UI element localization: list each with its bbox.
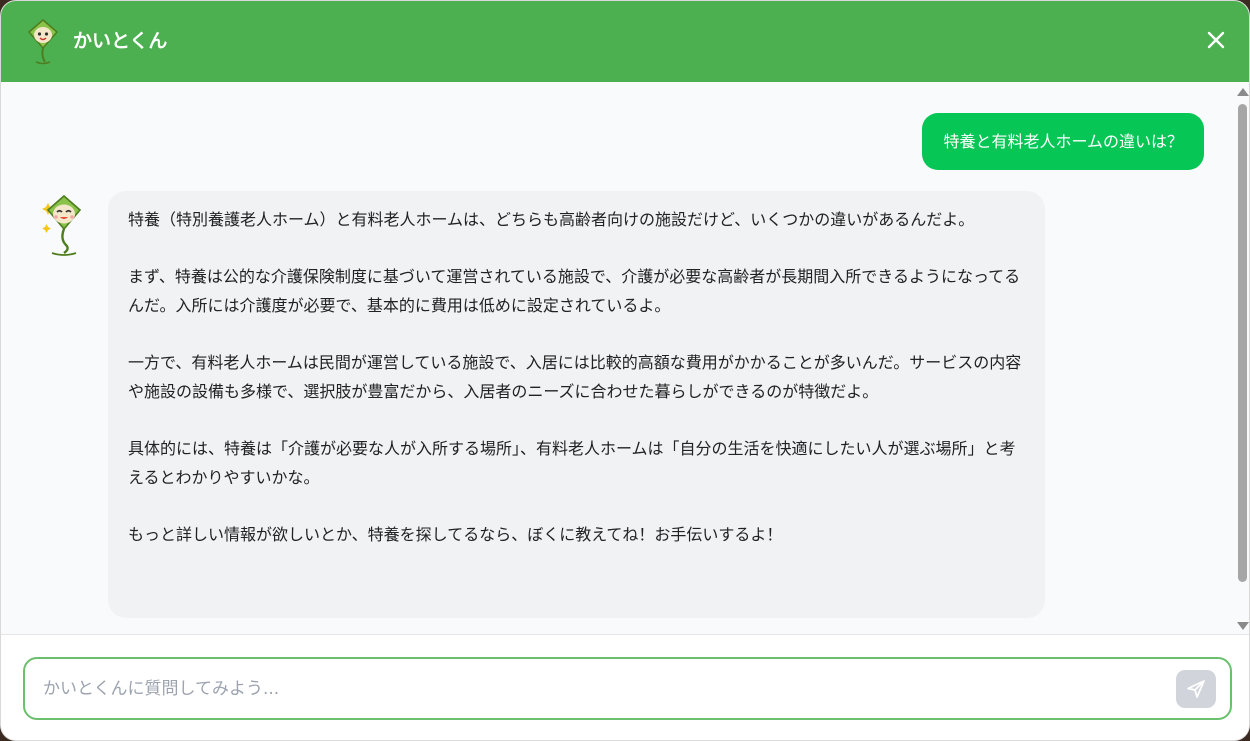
send-icon bbox=[1187, 680, 1205, 698]
bot-message-paragraph: 特養（特別養護老人ホーム）と有料老人ホームは、どちらも高齢者向けの施設だけど、い… bbox=[128, 210, 975, 229]
message-list: 特養と有料老人ホームの違いは？ 特養（特別養護老人ホーム）と有料老人ホームは、ど… bbox=[1, 82, 1249, 634]
bot-avatar-icon bbox=[42, 194, 82, 256]
bot-message-paragraph: もっと詳しい情報が欲しいとか、特養を探してるなら、ぼくに教えてね！お手伝いするよ… bbox=[128, 525, 783, 544]
bot-message-paragraph: 一方で、有料老人ホームは民間が運営している施設で、入居には比較的高額な費用がかか… bbox=[128, 353, 1022, 401]
bot-message-paragraph: まず、特養は公的な介護保険制度に基づいて運営されている施設で、介護が必要な高齢者… bbox=[128, 267, 1021, 315]
user-message: 特養と有料老人ホームの違いは？ bbox=[922, 113, 1204, 170]
send-button[interactable] bbox=[1176, 670, 1216, 708]
mascot-icon bbox=[27, 19, 59, 65]
chat-window: かいとくん 特養と有料老人ホームの違いは？ 特養（特別養護老人ホーム）と有料老人… bbox=[0, 0, 1250, 741]
message-input-box bbox=[23, 657, 1232, 720]
chat-header: かいとくん bbox=[1, 1, 1249, 82]
bot-message: 特養（特別養護老人ホーム）と有料老人ホームは、どちらも高齢者向けの施設だけど、い… bbox=[108, 191, 1045, 618]
scroll-up-arrow-icon[interactable] bbox=[1237, 88, 1249, 96]
message-input[interactable] bbox=[41, 673, 1165, 705]
close-icon[interactable] bbox=[1205, 29, 1227, 51]
scrollbar-thumb[interactable] bbox=[1238, 104, 1247, 582]
chat-title: かいとくん bbox=[73, 30, 168, 52]
composer bbox=[1, 634, 1249, 740]
scroll-down-arrow-icon[interactable] bbox=[1237, 622, 1249, 630]
bot-message-paragraph: 具体的には、特養は「介護が必要な人が入所する場所」、有料老人ホームは「自分の生活… bbox=[128, 439, 1016, 487]
messages-scrollbar[interactable] bbox=[1235, 82, 1249, 634]
